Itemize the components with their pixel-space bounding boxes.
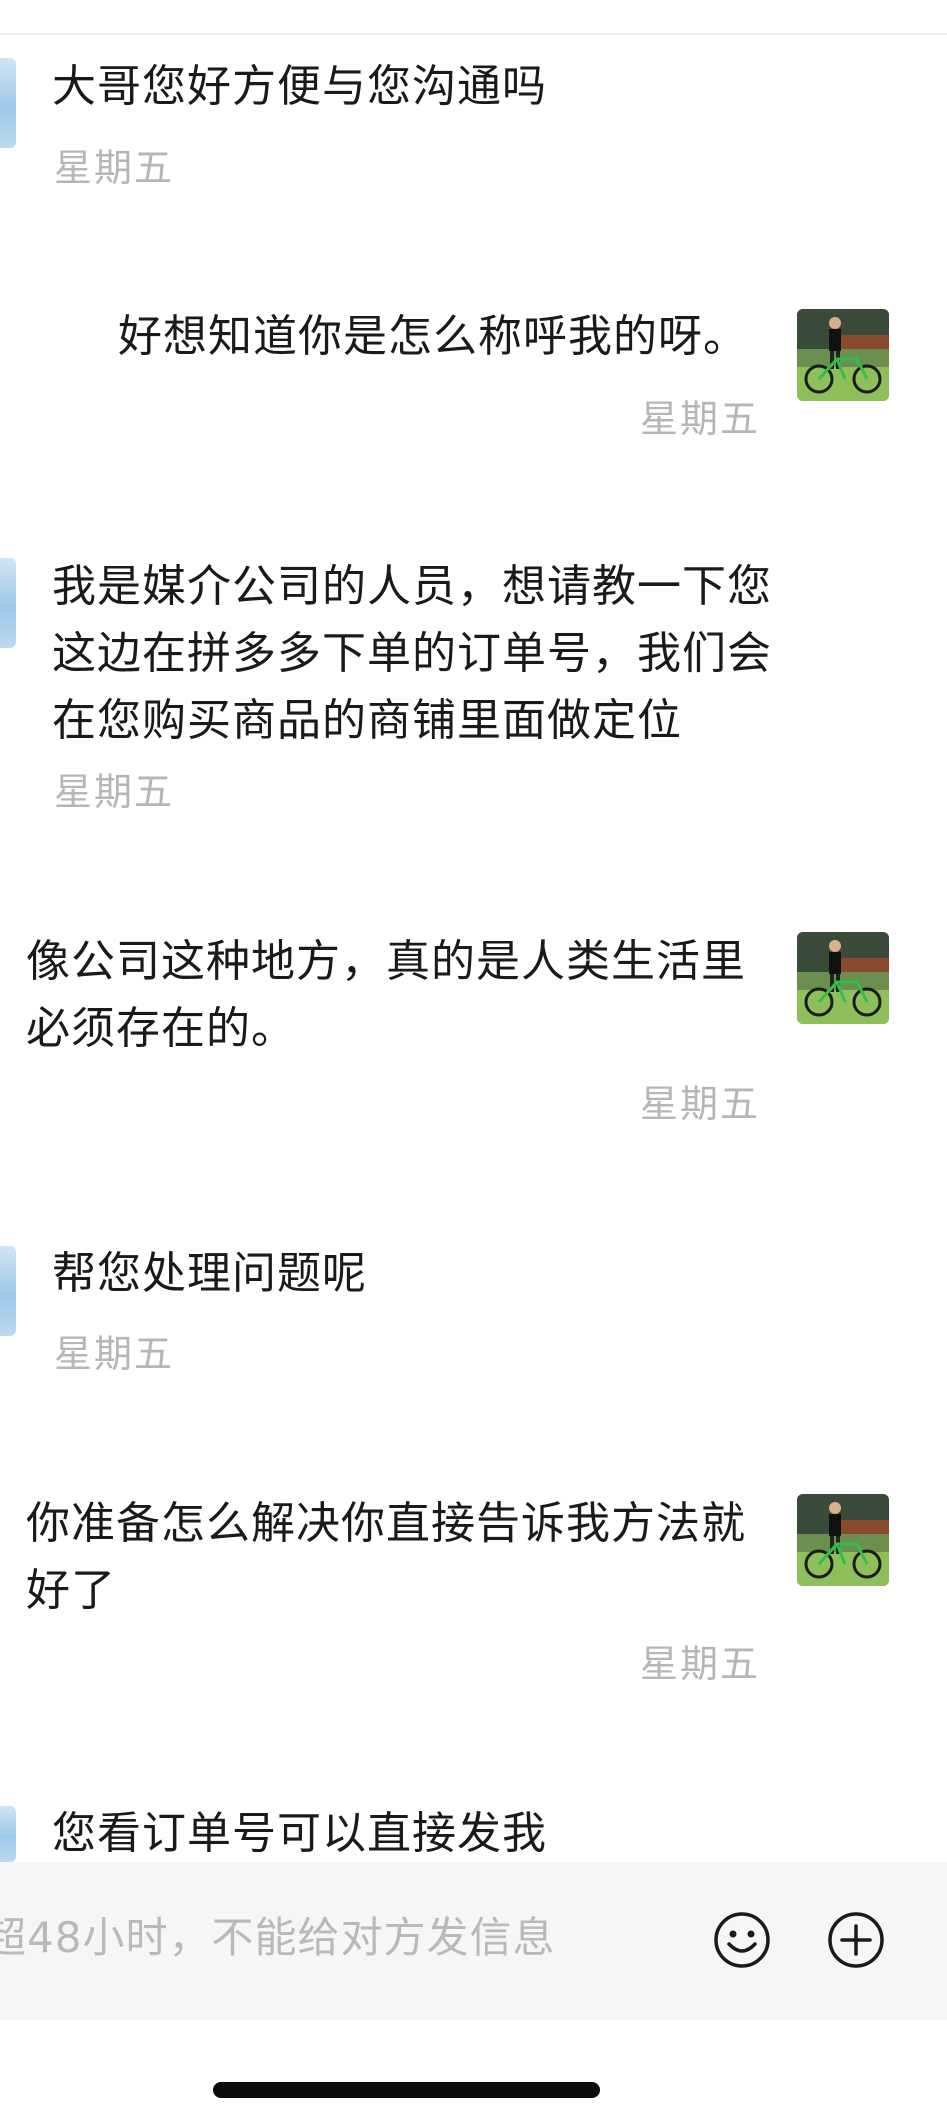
message-input[interactable]: 超48小时，不能给对方发信息: [0, 1910, 555, 1966]
chat-screen: 大哥您好方便与您沟通吗 星期五 好想知道你是怎么称呼我的呀。 星期五 我是媒介公…: [0, 0, 947, 2120]
message-timestamp: 星期五: [54, 770, 175, 814]
user-avatar[interactable]: [797, 932, 889, 1024]
contact-avatar[interactable]: [0, 1246, 16, 1336]
message-text: 您看订单号可以直接发我: [52, 1808, 547, 1859]
home-indicator[interactable]: [213, 2082, 600, 2098]
message-text: 帮您处理问题呢: [52, 1248, 367, 1299]
plus-button[interactable]: [826, 1910, 886, 1970]
avatar-photo: [797, 932, 889, 1024]
user-avatar[interactable]: [797, 1494, 889, 1586]
avatar-photo: [797, 309, 889, 401]
message-timestamp: 星期五: [640, 1642, 761, 1686]
message-timestamp: 星期五: [640, 1082, 761, 1126]
avatar-photo: [797, 1494, 889, 1586]
message-text: 好想知道你是怎么称呼我的呀。: [118, 311, 748, 362]
contact-avatar[interactable]: [0, 1806, 16, 1862]
message-text: 你准备怎么解决你直接告诉我方法就 好了: [26, 1498, 746, 1616]
input-bar: 超48小时，不能给对方发信息: [0, 1862, 947, 2020]
contact-avatar[interactable]: [0, 58, 16, 148]
plus-circle-icon: [828, 1912, 884, 1968]
message-text: 像公司这种地方，真的是人类生活里 必须存在的。: [26, 936, 746, 1054]
message-text: 大哥您好方便与您沟通吗: [52, 61, 547, 112]
message-text: 我是媒介公司的人员，想请教一下您 这边在拼多多下单的订单号，我们会 在您购买商品…: [52, 561, 772, 746]
message-timestamp: 星期五: [54, 1332, 175, 1376]
message-timestamp: 星期五: [640, 397, 761, 441]
top-divider: [0, 33, 947, 35]
user-avatar[interactable]: [797, 309, 889, 401]
contact-avatar[interactable]: [0, 558, 16, 648]
message-timestamp: 星期五: [54, 146, 175, 190]
emoji-icon: [714, 1912, 770, 1968]
emoji-button[interactable]: [712, 1910, 772, 1970]
